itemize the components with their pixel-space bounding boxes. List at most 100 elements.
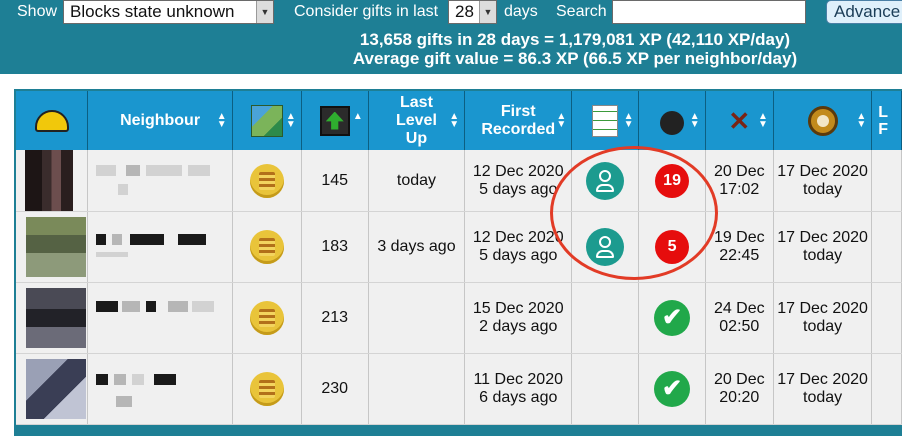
last-level-header-line1: Last <box>400 93 433 111</box>
days-select-value: 28 <box>455 2 474 21</box>
first-recorded-date: 15 Dec 2020 <box>472 300 564 317</box>
clock-ago: today <box>803 389 843 406</box>
sort-icon: ▲ ▼ <box>758 111 768 130</box>
gift-badge-cell <box>232 150 302 212</box>
average-summary: Average gift value = 86.3 XP (66.5 XP pe… <box>352 49 798 68</box>
consider-label: Consider gifts in last <box>294 3 439 20</box>
gift-summary: 13,658 gifts in 28 days = 1,179,081 XP (… <box>359 30 791 49</box>
col-header-windmill[interactable]: ✕ ▲ ▼ <box>705 91 774 150</box>
windmill-date: 19 Dec <box>713 229 765 246</box>
gift-badge-cell <box>232 353 302 425</box>
clock-date: 17 Dec 2020 <box>777 371 868 388</box>
checkmark-icon: ✔ <box>654 300 691 336</box>
first-recorded-cell: 12 Dec 2020 5 days ago <box>464 150 573 212</box>
avatar <box>26 217 86 277</box>
clock-date: 17 Dec 2020 <box>777 162 868 180</box>
clock-ago: today <box>803 247 843 264</box>
sort-icon: ▲ ▼ <box>856 111 867 130</box>
filter-bar: Show Blocks state unknown ▼ Consider gif… <box>0 0 902 26</box>
level-cell: 145 <box>301 150 369 212</box>
neighbour-header-label: Neighbour <box>120 112 201 129</box>
windmill-date: 24 Dec <box>713 300 765 317</box>
avatar-cell <box>16 211 89 283</box>
level-cell: 183 <box>301 211 369 283</box>
last-level-header-line2: Level <box>395 111 437 129</box>
search-label: Search <box>556 3 607 20</box>
clock-ago: today <box>803 318 843 335</box>
show-label: Show <box>17 3 58 20</box>
last-level-cell <box>368 282 466 354</box>
clock-date: 17 Dec 2020 <box>777 229 868 246</box>
count-cell: 5 <box>638 211 706 283</box>
sort-icon: ▲ ▼ <box>216 111 227 130</box>
first-recorded-ago: 5 days ago <box>479 247 558 264</box>
count-cell: ✔ <box>638 282 706 354</box>
col-header-last-level-up[interactable]: Last Level Up ▲ ▼ <box>368 91 466 150</box>
top-toolbar: Show Blocks state unknown ▼ Consider gif… <box>0 0 902 74</box>
last-level-cell: 3 days ago <box>368 211 466 283</box>
windmill-time: 22:45 <box>719 247 760 264</box>
col-header-hat[interactable] <box>16 91 89 150</box>
col-header-clock[interactable]: ▲ ▼ <box>773 91 873 150</box>
avatar-cell <box>16 150 89 212</box>
table-row[interactable]: 183 3 days ago 12 Dec 2020 5 days ago 5 1… <box>16 211 902 283</box>
sort-icon: ▲ ▼ <box>623 111 634 130</box>
bomb-icon <box>660 110 685 135</box>
windmill-cell: 19 Dec 22:45 <box>705 211 774 283</box>
partial-cell <box>871 282 902 354</box>
first-recorded-header-line1: First <box>500 102 536 120</box>
checkmark-icon: ✔ <box>654 371 691 407</box>
avatar <box>25 150 73 211</box>
col-header-neighbour[interactable]: Neighbour ▲ ▼ <box>87 91 233 150</box>
count-badge: 5 <box>655 230 690 264</box>
last-level-cell <box>368 353 466 425</box>
count-cell: 19 <box>638 150 706 212</box>
show-select-value: Blocks state unknown <box>70 2 235 21</box>
status-cell <box>571 150 640 212</box>
windmill-date: 20 Dec <box>713 162 765 180</box>
gift-badge-cell <box>232 282 302 354</box>
search-input[interactable] <box>612 0 806 24</box>
sort-icon: ▲ ▼ <box>556 111 567 130</box>
advanced-button[interactable]: Advance <box>826 0 902 24</box>
neighbours-table-frame: Neighbour ▲ ▼ ▲ ▼ ▲ Last Level Up ▲ ▼ First Reco… <box>14 89 902 436</box>
neighbours-table: Neighbour ▲ ▼ ▲ ▼ ▲ Last Level Up ▲ ▼ First Reco… <box>16 91 902 425</box>
col-header-checklist[interactable]: ▲ ▼ <box>571 91 640 150</box>
pagoda-badge-icon <box>249 301 284 335</box>
user-icon[interactable] <box>586 228 625 266</box>
col-header-bomb[interactable]: ▲ ▼ <box>638 91 706 150</box>
table-row[interactable]: 145 today 12 Dec 2020 5 days ago 19 20 De… <box>16 150 902 212</box>
checklist-icon <box>592 104 619 137</box>
clock-date: 17 Dec 2020 <box>777 300 868 317</box>
col-header-first-recorded[interactable]: First Recorded ▲ ▼ <box>464 91 573 150</box>
first-recorded-header-line2: Recorded <box>481 120 556 138</box>
sort-icon: ▲ ▼ <box>285 111 296 130</box>
last-level-cell: today <box>368 150 466 212</box>
windmill-date: 20 Dec <box>713 371 765 388</box>
first-recorded-cell: 15 Dec 2020 2 days ago <box>464 282 573 354</box>
sort-asc-icon: ▲ <box>352 111 363 122</box>
user-icon[interactable] <box>586 161 625 200</box>
windmill-cell: 20 Dec 20:20 <box>705 353 774 425</box>
first-recorded-date: 12 Dec 2020 <box>472 229 564 246</box>
days-select[interactable]: 28 ▼ <box>448 0 497 24</box>
col-header-partial[interactable]: LF <box>871 91 902 150</box>
windmill-time: 20:20 <box>719 389 760 406</box>
windmill-cell: 24 Dec 02:50 <box>705 282 774 354</box>
partial-cell <box>871 353 902 425</box>
col-header-map[interactable]: ▲ ▼ <box>232 91 302 150</box>
clock-cell: 17 Dec 2020 today <box>773 150 873 212</box>
table-row[interactable]: 230 11 Dec 2020 6 days ago ✔ 20 Dec 20:20 … <box>16 353 902 425</box>
avatar <box>26 288 86 348</box>
avatar <box>26 359 86 419</box>
clock-icon <box>807 105 838 136</box>
show-select[interactable]: Blocks state unknown ▼ <box>63 0 274 24</box>
gold-pot-badge-icon <box>249 372 284 406</box>
avatar-cell <box>16 282 89 354</box>
first-recorded-date: 12 Dec 2020 <box>472 162 564 180</box>
col-header-level[interactable]: ▲ <box>301 91 369 150</box>
table-row[interactable]: 213 15 Dec 2020 2 days ago ✔ 24 Dec 02:50 … <box>16 282 902 354</box>
partial-cell <box>871 211 902 283</box>
count-badge: 19 <box>655 163 690 198</box>
count-cell: ✔ <box>638 353 706 425</box>
